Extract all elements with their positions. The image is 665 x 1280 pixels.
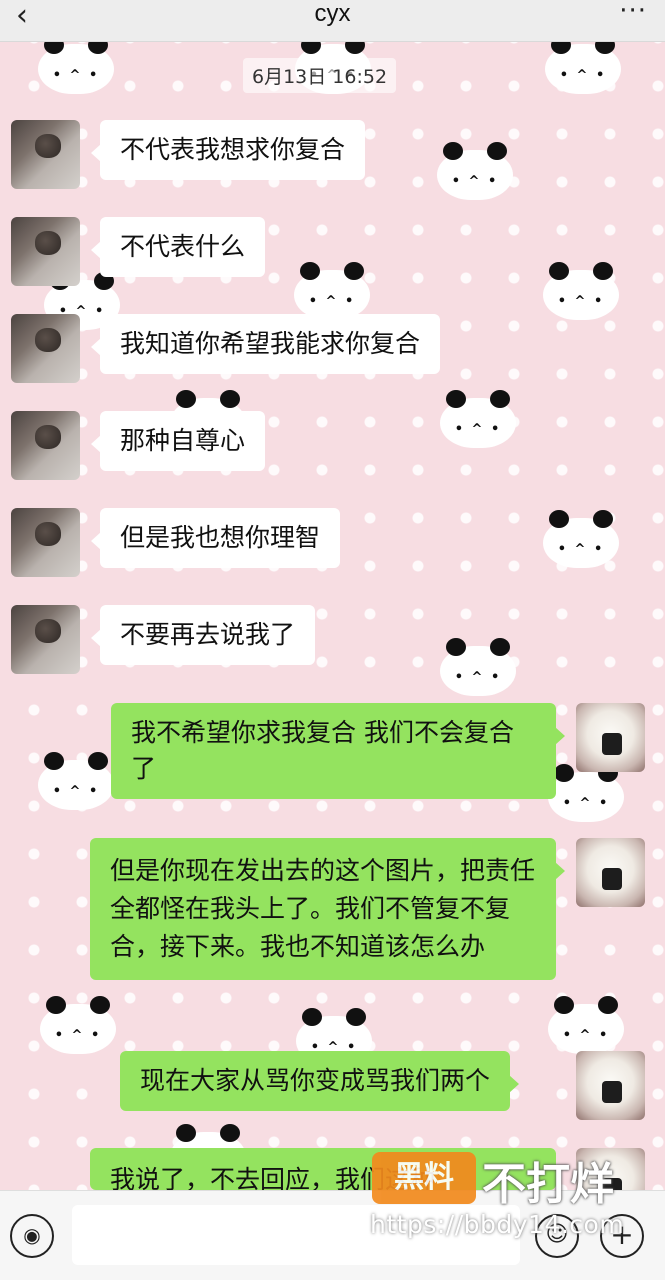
contact-avatar[interactable]: [11, 508, 80, 577]
message-bubble-incoming[interactable]: 但是我也想你理智: [90, 508, 341, 568]
panda-decoration: • ^ •: [437, 142, 513, 200]
panda-decoration: • ^ •: [545, 42, 621, 94]
message-bubble-outgoing[interactable]: 现在大家从骂你变成骂我们两个: [120, 1051, 520, 1111]
site-watermark: 黑料 不打烊 https://bbdy14.com: [370, 1148, 660, 1268]
panda-decoration: • ^ •: [38, 42, 114, 94]
panda-decoration: • ^ •: [40, 996, 116, 1054]
voice-icon[interactable]: ◉: [10, 1214, 54, 1258]
message-timestamp: 6月13日 16:52: [243, 58, 397, 93]
chat-header: ‹ cyx ···: [0, 0, 665, 42]
watermark-url: https://bbdy14.com: [370, 1210, 625, 1239]
message-bubble-incoming[interactable]: 不代表我想求你复合: [90, 120, 366, 180]
my-avatar[interactable]: [576, 703, 645, 772]
contact-avatar[interactable]: [11, 411, 80, 480]
message-bubble-incoming[interactable]: 不代表什么: [90, 217, 266, 277]
contact-avatar[interactable]: [11, 217, 80, 286]
my-avatar[interactable]: [576, 1051, 645, 1120]
panda-decoration: • ^ •: [440, 638, 516, 696]
message-bubble-outgoing[interactable]: 我不希望你求我复合 我们不会复合了: [111, 703, 565, 799]
panda-decoration: • ^ •: [548, 996, 624, 1054]
panda-decoration: • ^ •: [543, 510, 619, 568]
panda-decoration: • ^ •: [440, 390, 516, 448]
contact-avatar[interactable]: [11, 120, 80, 189]
panda-decoration: • ^ •: [294, 262, 370, 320]
message-bubble-incoming[interactable]: 不要再去说我了: [90, 605, 316, 665]
more-dots-icon[interactable]: ···: [619, 0, 647, 26]
chat-title: cyx: [314, 0, 351, 27]
message-bubble-incoming[interactable]: 那种自尊心: [90, 411, 266, 471]
watermark-name: 不打烊: [482, 1159, 614, 1210]
panda-decoration: • ^ •: [548, 764, 624, 822]
watermark-logo: 黑料: [372, 1152, 476, 1204]
message-bubble-incoming[interactable]: 我知道你希望我能求你复合: [90, 314, 441, 374]
contact-avatar[interactable]: [11, 605, 80, 674]
panda-decoration: • ^ •: [38, 752, 114, 810]
contact-avatar[interactable]: [11, 314, 80, 383]
panda-decoration: • ^ •: [543, 262, 619, 320]
message-bubble-outgoing[interactable]: 但是你现在发出去的这个图片，把责任全都怪在我头上了。我们不管复不复合，接下来。我…: [90, 838, 565, 980]
my-avatar[interactable]: [576, 838, 645, 907]
